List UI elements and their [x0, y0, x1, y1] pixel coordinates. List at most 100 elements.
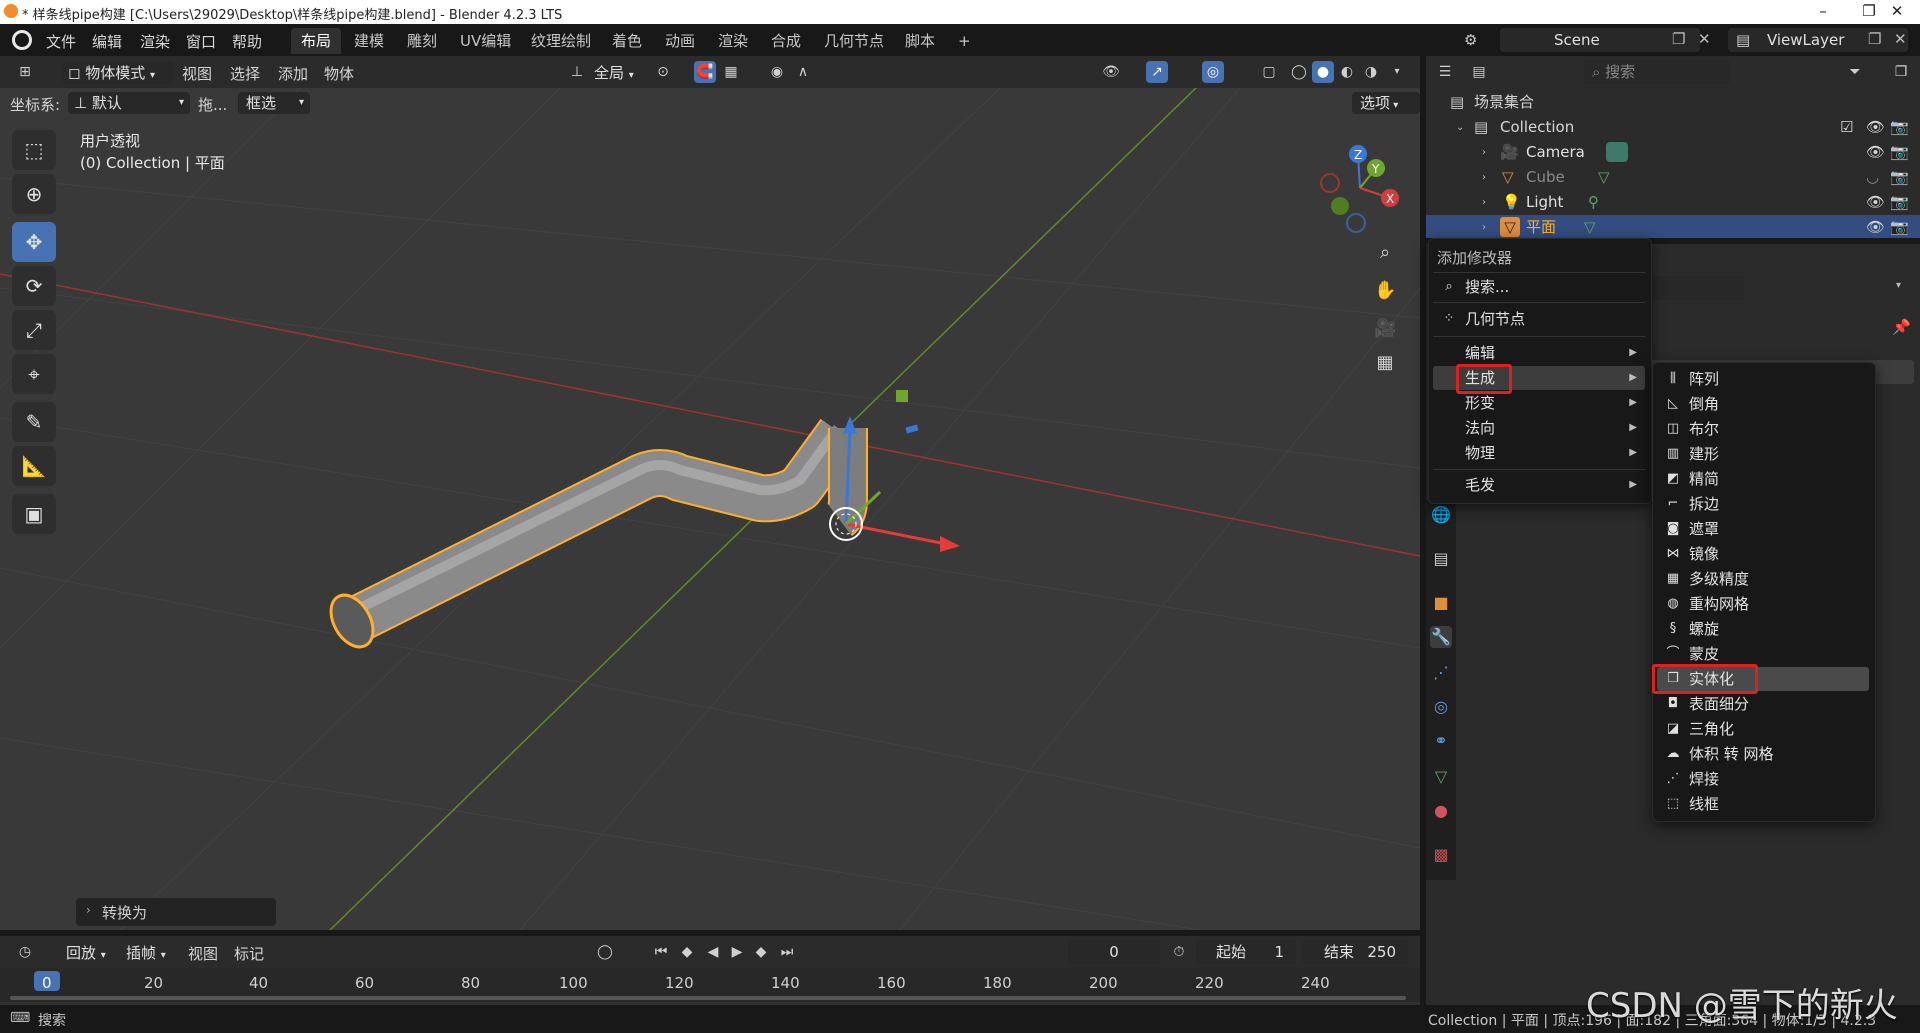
data-tab-icon[interactable]: ▽	[1430, 766, 1452, 788]
select-box-tool[interactable]: ⬚	[12, 130, 56, 170]
modifier-weld[interactable]: ⋰ 焊接	[1657, 767, 1869, 791]
camera-view-icon[interactable]: 🎥	[1374, 318, 1396, 340]
jump-end-icon[interactable]: ⏭	[776, 941, 798, 963]
tab-sculpting[interactable]: 雕刻	[397, 28, 447, 54]
outliner-item-plane[interactable]: › ▽ 平面 ▽ 👁 📷	[1426, 215, 1920, 240]
camera-data-icon[interactable]	[1606, 142, 1628, 162]
collection-row[interactable]: ⌄ ▤ Collection ☑ 👁 📷	[1426, 115, 1920, 140]
gizmo-plane-handle-2[interactable]	[905, 424, 919, 434]
proportional-edit-icon[interactable]: ◉	[766, 61, 788, 83]
move-tool[interactable]: ✥	[12, 222, 56, 262]
jump-keyframe-forward-icon[interactable]: ◆	[750, 941, 772, 963]
preview-range-clock-icon[interactable]: ⏱	[1168, 941, 1190, 963]
tab-texture-paint[interactable]: 纹理绘制	[521, 28, 601, 54]
object-menu[interactable]: 物体	[324, 63, 354, 84]
menu-help[interactable]: 帮助	[232, 31, 262, 52]
modifier-array[interactable]: ⫼ 阵列	[1657, 367, 1869, 391]
tab-uv-editing[interactable]: UV编辑	[450, 28, 521, 54]
tab-scripting[interactable]: 脚本	[895, 28, 945, 54]
wireframe-shading-icon[interactable]: ◯	[1288, 61, 1310, 83]
particles-tab-icon[interactable]: ⋰	[1430, 662, 1452, 684]
xray-toggle-icon[interactable]: ▢	[1258, 61, 1280, 83]
annotate-tool[interactable]: ✎	[12, 402, 56, 442]
pivot-point-icon[interactable]: ⊙	[652, 61, 674, 83]
tab-compositing[interactable]: 合成	[761, 28, 811, 54]
tab-animation[interactable]: 动画	[655, 28, 705, 54]
menu-item-deform[interactable]: 形变 ▶	[1433, 391, 1645, 415]
chevron-right-icon[interactable]: ›	[1482, 140, 1486, 165]
close-window-button[interactable]: ✕	[1874, 0, 1920, 24]
coordinate-system-dropdown[interactable]: ⊥ 默认 ▾	[68, 92, 190, 114]
modifier-tab-icon[interactable]: 🔧	[1430, 626, 1452, 648]
tab-shading[interactable]: 着色	[602, 28, 652, 54]
chevron-down-icon[interactable]: ⌄	[1456, 115, 1464, 140]
new-collection-icon[interactable]: ❐	[1890, 61, 1912, 83]
snap-target-icon[interactable]: ▦	[720, 61, 742, 83]
menu-item-normals[interactable]: 法向 ▶	[1433, 416, 1645, 440]
snap-toggle-icon[interactable]: 🧲	[694, 61, 716, 83]
scene-collection-row[interactable]: ▤ 场景集合	[1426, 90, 1920, 115]
menu-item-physics[interactable]: 物理 ▶	[1433, 441, 1645, 465]
modifier-decimate[interactable]: ◩ 精简	[1657, 467, 1869, 491]
modifier-volume-to-mesh[interactable]: ☁ 体积 转 网格	[1657, 742, 1869, 766]
world-tab-icon[interactable]: 🌐	[1430, 504, 1452, 526]
cursor-tool[interactable]: ⊕	[12, 174, 56, 214]
object-tab-icon[interactable]: ■	[1430, 592, 1452, 614]
menu-item-edit[interactable]: 编辑 ▶	[1433, 341, 1645, 365]
rendered-shading-icon[interactable]: ◑	[1360, 61, 1382, 83]
pipe-object[interactable]	[322, 418, 868, 654]
render-camera-off-icon[interactable]: 📷	[1890, 165, 1909, 190]
modifier-subdivision-surface[interactable]: ◘ 表面细分	[1657, 692, 1869, 716]
current-frame-field[interactable]: 0	[1068, 940, 1160, 964]
render-camera-icon[interactable]: 📷	[1890, 115, 1909, 140]
measure-tool[interactable]: 📐	[12, 446, 56, 486]
texture-tab-icon[interactable]: ▩	[1430, 844, 1452, 866]
tab-rendering[interactable]: 渲染	[708, 28, 758, 54]
modifier-remesh[interactable]: ◍ 重构网格	[1657, 592, 1869, 616]
modifier-boolean[interactable]: ◫ 布尔	[1657, 417, 1869, 441]
gizmo-x-head[interactable]	[940, 536, 960, 552]
menu-file[interactable]: 文件	[46, 31, 76, 52]
menu-item-hair[interactable]: 毛发 ▶	[1433, 473, 1645, 497]
eye-closed-icon[interactable]: ◡	[1866, 165, 1879, 190]
timeline-editor-icon[interactable]: ◷	[14, 941, 36, 963]
menu-edit[interactable]: 编辑	[92, 31, 122, 52]
scale-tool[interactable]: ⤢	[12, 310, 56, 350]
modifier-edge-split[interactable]: ⌐ 拆边	[1657, 492, 1869, 516]
3d-viewport[interactable]: 用户透视 (0) Collection | 平面 Z Y X ⌕ ✋ 🎥 ▦ ›…	[0, 88, 1420, 930]
pin-icon[interactable]: 📌	[1892, 318, 1911, 336]
modifier-wireframe[interactable]: ⬚ 线框	[1657, 792, 1869, 816]
chevron-right-icon[interactable]: ›	[1482, 215, 1486, 240]
solid-shading-icon[interactable]: ●	[1312, 61, 1334, 83]
overlay-toggle-icon[interactable]: ◎	[1202, 61, 1224, 83]
menu-window[interactable]: 窗口	[186, 31, 216, 52]
mesh-data-icon[interactable]: ▽	[1584, 215, 1596, 240]
autokey-record-icon[interactable]: ◯	[594, 941, 616, 963]
last-operator-panel[interactable]: › 转换为	[76, 898, 276, 926]
menu-item-geometry-nodes[interactable]: ⁘ 几何节点	[1433, 307, 1645, 331]
outliner-item-light[interactable]: › 💡 Light ⚲ 👁 📷	[1426, 190, 1920, 215]
ortho-grid-icon[interactable]: ▦	[1374, 352, 1396, 374]
mesh-data-icon[interactable]: ▽	[1598, 165, 1610, 190]
modifier-build[interactable]: ▥ 建形	[1657, 442, 1869, 466]
end-frame-field[interactable]: 结束 250	[1302, 940, 1408, 964]
keying-menu[interactable]: 插帧 ▾	[126, 942, 166, 964]
filter-icon[interactable]: ⏷	[1844, 61, 1866, 83]
outliner-search-input[interactable]: ⌕ 搜索	[1584, 60, 1730, 84]
playback-menu[interactable]: 回放 ▾	[66, 942, 106, 964]
eye-icon[interactable]: 👁	[1866, 140, 1885, 165]
material-shading-icon[interactable]: ◐	[1336, 61, 1358, 83]
menu-search-item[interactable]: ⌕ 搜索...	[1433, 275, 1645, 299]
eye-icon[interactable]: 👁	[1866, 215, 1885, 240]
marker-menu[interactable]: 标记	[234, 943, 264, 964]
add-workspace-button[interactable]: +	[948, 28, 981, 54]
delete-viewlayer-icon[interactable]: ✕	[1894, 30, 1907, 48]
delete-scene-icon[interactable]: ✕	[1698, 30, 1711, 48]
modifier-mask[interactable]: ◙ 遮罩	[1657, 517, 1869, 541]
modifier-triangulate[interactable]: ◪ 三角化	[1657, 717, 1869, 741]
play-reverse-icon[interactable]: ◀	[702, 941, 724, 963]
jump-start-icon[interactable]: ⏮	[650, 941, 672, 963]
gizmo-toggle-icon[interactable]: ↗	[1146, 61, 1168, 83]
chevron-down-icon[interactable]: ▾	[1896, 280, 1901, 291]
select-menu[interactable]: 选择	[230, 63, 260, 84]
